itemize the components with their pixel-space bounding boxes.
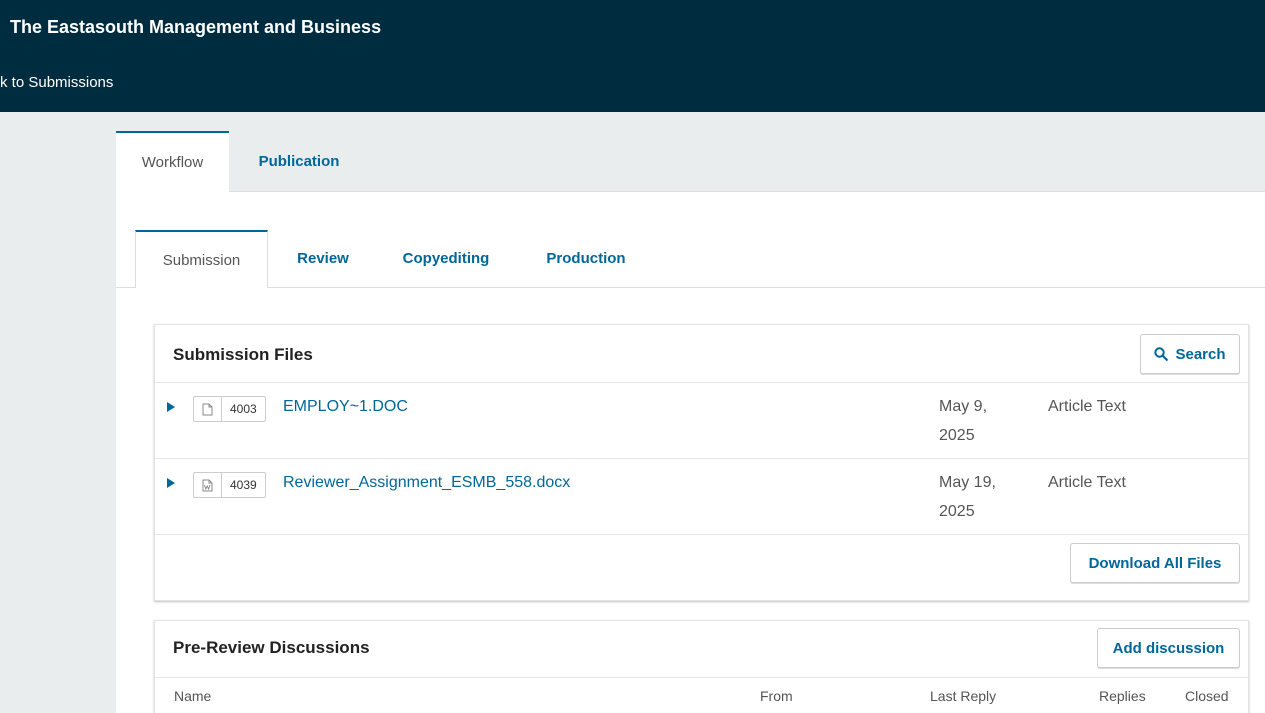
submission-files-panel: Submission Files Search 4003 EMPLOY~1.DO… <box>154 324 1249 601</box>
file-genre: Article Text <box>1048 474 1126 491</box>
column-header-last-reply: Last Reply <box>930 688 997 704</box>
back-to-submissions-link[interactable]: k to Submissions <box>0 74 113 91</box>
file-link[interactable]: EMPLOY~1.DOC <box>283 398 408 416</box>
journal-title[interactable]: The Eastasouth Management and Business <box>10 17 381 38</box>
column-header-name: Name <box>174 688 212 704</box>
search-icon <box>1154 347 1169 361</box>
left-gutter <box>0 112 116 713</box>
discussions-header-divider <box>155 677 1248 678</box>
expand-arrow-icon[interactable] <box>167 402 175 412</box>
table-row: 4003 EMPLOY~1.DOC May 9, 2025 Article Te… <box>155 382 1248 458</box>
file-date-line2: 2025 <box>939 427 975 444</box>
column-header-closed: Closed <box>1185 688 1229 704</box>
top-header: The Eastasouth Management and Business k… <box>0 0 1265 112</box>
column-header-replies: Replies <box>1099 688 1146 704</box>
generic-file-icon <box>194 397 222 421</box>
tab-publication[interactable]: Publication <box>236 131 362 191</box>
file-date: May 19, 2025 <box>939 468 1019 526</box>
file-id-tag: 4039 <box>193 472 266 498</box>
column-header-from: From <box>760 688 793 704</box>
file-id: 4039 <box>230 478 257 492</box>
file-date-line1: May 9, <box>939 398 988 415</box>
file-id-tag: 4003 <box>193 396 266 422</box>
submission-files-title: Submission Files <box>173 345 313 364</box>
tab-submission[interactable]: Submission <box>135 230 268 288</box>
table-row: 4039 Reviewer_Assignment_ESMB_558.docx M… <box>155 458 1248 534</box>
download-all-files-button[interactable]: Download All Files <box>1070 543 1240 583</box>
tab-production[interactable]: Production <box>525 230 647 287</box>
tab-copyediting[interactable]: Copyediting <box>381 230 511 287</box>
tab-divider <box>116 287 1265 288</box>
file-genre: Article Text <box>1048 398 1126 415</box>
pre-review-discussions-panel: Pre-Review Discussions Add discussion Na… <box>154 620 1249 713</box>
word-file-icon <box>194 473 222 497</box>
file-link[interactable]: Reviewer_Assignment_ESMB_558.docx <box>283 474 570 492</box>
expand-arrow-icon[interactable] <box>167 478 175 488</box>
search-button[interactable]: Search <box>1140 334 1240 374</box>
tab-review[interactable]: Review <box>278 230 368 287</box>
add-discussion-button[interactable]: Add discussion <box>1097 628 1240 668</box>
file-id: 4003 <box>230 402 257 416</box>
file-date: May 9, 2025 <box>939 392 1019 450</box>
tab-workflow[interactable]: Workflow <box>116 131 229 192</box>
file-date-line2: 2025 <box>939 503 975 520</box>
discussions-title: Pre-Review Discussions <box>173 638 370 657</box>
search-button-label: Search <box>1175 345 1226 363</box>
file-date-line1: May 19, <box>939 474 996 491</box>
files-footer: Download All Files <box>155 534 1248 600</box>
